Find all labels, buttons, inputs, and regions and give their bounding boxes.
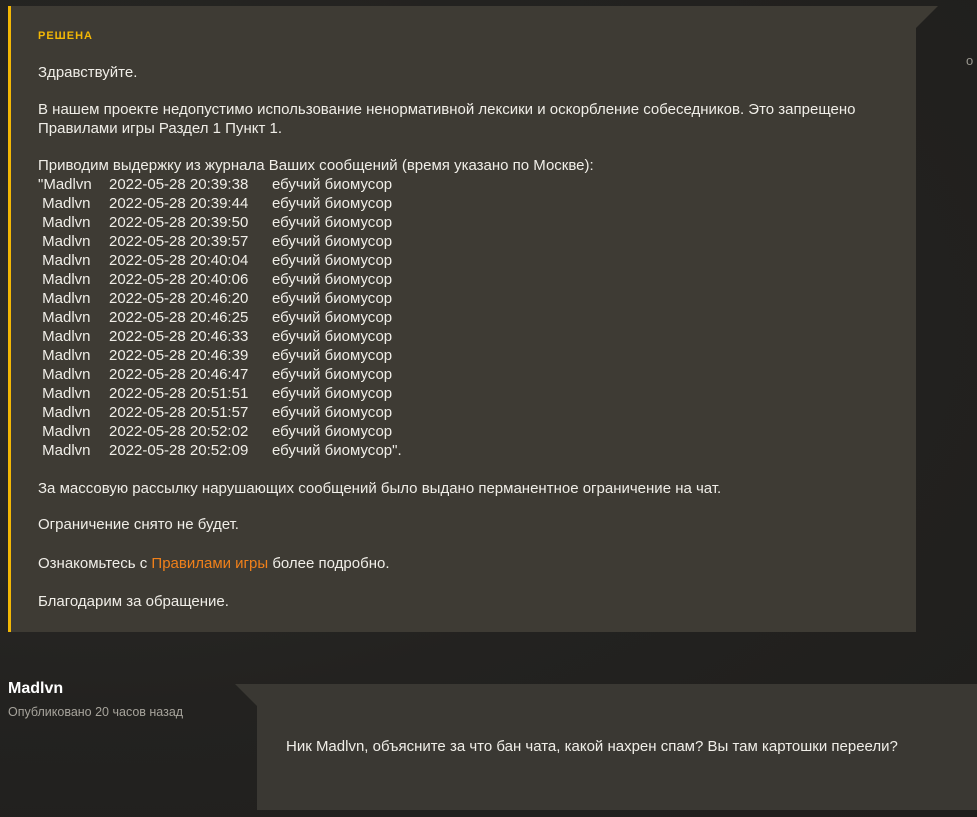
log-time: 2022-05-28 20:46:20 <box>109 290 249 307</box>
read-prefix-text: Ознакомьтесь с <box>38 555 152 572</box>
log-user: Madlvn <box>38 309 91 326</box>
log-row: Madlvn 2022-05-28 20:40:06 ебучий биомусор <box>38 270 898 289</box>
log-time: 2022-05-28 20:51:57 <box>109 404 249 421</box>
log-user: Madlvn <box>38 347 91 364</box>
reply-log-intro: Приводим выдержку из журнала Ваших сообщ… <box>38 157 594 174</box>
log-user: Madlvn <box>38 385 91 402</box>
reply-greeting: Здравствуйте. <box>38 64 138 81</box>
log-user: Madlvn <box>38 328 91 345</box>
support-reply-card: РЕШЕНА Здравствуйте. В нашем проекте нед… <box>8 6 938 632</box>
reply-thanks: Благодарим за обращение. <box>38 593 229 610</box>
log-msg: ебучий биомусор <box>272 328 393 345</box>
log-msg: ебучий биомусор <box>272 423 393 440</box>
chat-log-list: "Madlvn 2022-05-28 20:39:38 ебучий биомусо… <box>38 175 898 460</box>
reply-rules-link-paragraph: Ознакомьтесь с Правилами игры более подр… <box>38 554 898 573</box>
log-msg: ебучий биомусор <box>272 214 393 231</box>
log-row: Madlvn 2022-05-28 20:39:57 ебучий биомусор <box>38 232 898 251</box>
log-msg: ебучий биомусор". <box>272 442 402 459</box>
read-suffix-text: более подробно. <box>268 555 390 572</box>
log-time: 2022-05-28 20:52:09 <box>109 442 249 459</box>
log-user: Madlvn <box>38 404 91 421</box>
log-msg: ебучий биомусор <box>272 366 393 383</box>
status-badge: РЕШЕНА <box>38 30 93 42</box>
log-msg: ебучий биомусор <box>272 176 393 193</box>
log-row: Madlvn 2022-05-28 20:51:57 ебучий биомусор <box>38 403 898 422</box>
log-time: 2022-05-28 20:39:50 <box>109 214 249 231</box>
log-time: 2022-05-28 20:39:44 <box>109 195 249 212</box>
log-row: Madlvn 2022-05-28 20:46:33 ебучий биомусор <box>38 327 898 346</box>
game-rules-link[interactable]: Правилами игры <box>151 555 268 572</box>
log-time: 2022-05-28 20:46:39 <box>109 347 249 364</box>
log-user: Madlvn <box>38 252 91 269</box>
log-time: 2022-05-28 20:40:06 <box>109 271 249 288</box>
log-user: Madlvn <box>38 195 91 212</box>
log-time: 2022-05-28 20:51:51 <box>109 385 249 402</box>
log-time: 2022-05-28 20:39:57 <box>109 233 249 250</box>
user-post-card: Ник Madlvn, объясните за что бан чата, к… <box>235 684 977 810</box>
log-time: 2022-05-28 20:39:38 <box>109 176 249 193</box>
log-user: Madlvn <box>38 442 91 459</box>
log-time: 2022-05-28 20:52:02 <box>109 423 249 440</box>
log-user: Madlvn <box>38 233 91 250</box>
log-msg: ебучий биомусор <box>272 347 393 364</box>
log-row: Madlvn 2022-05-28 20:46:25 ебучий биомусор <box>38 308 898 327</box>
reply-penalty-paragraph: За массовую рассылку нарушающих сообщени… <box>38 480 722 497</box>
log-msg: ебучий биомусор <box>272 195 393 212</box>
log-msg: ебучий биомусор <box>272 252 393 269</box>
log-msg: ебучий биомусор <box>272 233 393 250</box>
log-row: Madlvn 2022-05-28 20:52:02 ебучий биомусор <box>38 422 898 441</box>
log-row: Madlvn 2022-05-28 20:46:47 ебучий биомусор <box>38 365 898 384</box>
log-time: 2022-05-28 20:40:04 <box>109 252 249 269</box>
log-row: Madlvn 2022-05-28 20:52:09 ебучий биомусор… <box>38 441 898 460</box>
reply-body: Здравствуйте. В нашем проекте недопустим… <box>38 63 898 611</box>
log-msg: ебучий биомусор <box>272 404 393 421</box>
log-user: Madlvn <box>38 214 91 231</box>
log-time: 2022-05-28 20:46:25 <box>109 309 249 326</box>
log-time: 2022-05-28 20:46:33 <box>109 328 249 345</box>
log-row: Madlvn 2022-05-28 20:39:50 ебучий биомусор <box>38 213 898 232</box>
sidebar-text-fragment: о <box>966 53 974 68</box>
log-time: 2022-05-28 20:46:47 <box>109 366 249 383</box>
log-row: "Madlvn 2022-05-28 20:39:38 ебучий биомусо… <box>38 175 898 194</box>
user-post-text: Ник Madlvn, объясните за что бан чата, к… <box>286 738 898 755</box>
post-timestamp: Опубликовано 20 часов назад <box>8 705 184 719</box>
log-user: Madlvn <box>38 366 91 383</box>
log-msg: ебучий биомусор <box>272 385 393 402</box>
reply-lift-paragraph: Ограничение снято не будет. <box>38 516 239 533</box>
log-user: "Madlvn <box>38 176 92 193</box>
log-user: Madlvn <box>38 423 91 440</box>
log-user: Madlvn <box>38 271 91 288</box>
log-row: Madlvn 2022-05-28 20:39:44 ебучий биомусор <box>38 194 898 213</box>
log-msg: ебучий биомусор <box>272 290 393 307</box>
log-msg: ебучий биомусор <box>272 309 393 326</box>
log-row: Madlvn 2022-05-28 20:51:51 ебучий биомусор <box>38 384 898 403</box>
log-row: Madlvn 2022-05-28 20:40:04 ебучий биомусор <box>38 251 898 270</box>
reply-rules-paragraph: В нашем проекте недопустимо использовани… <box>38 101 856 137</box>
post-author-name[interactable]: Madlvn <box>8 680 63 698</box>
log-msg: ебучий биомусор <box>272 271 393 288</box>
log-row: Madlvn 2022-05-28 20:46:20 ебучий биомусор <box>38 289 898 308</box>
log-user: Madlvn <box>38 290 91 307</box>
log-row: Madlvn 2022-05-28 20:46:39 ебучий биомусор <box>38 346 898 365</box>
